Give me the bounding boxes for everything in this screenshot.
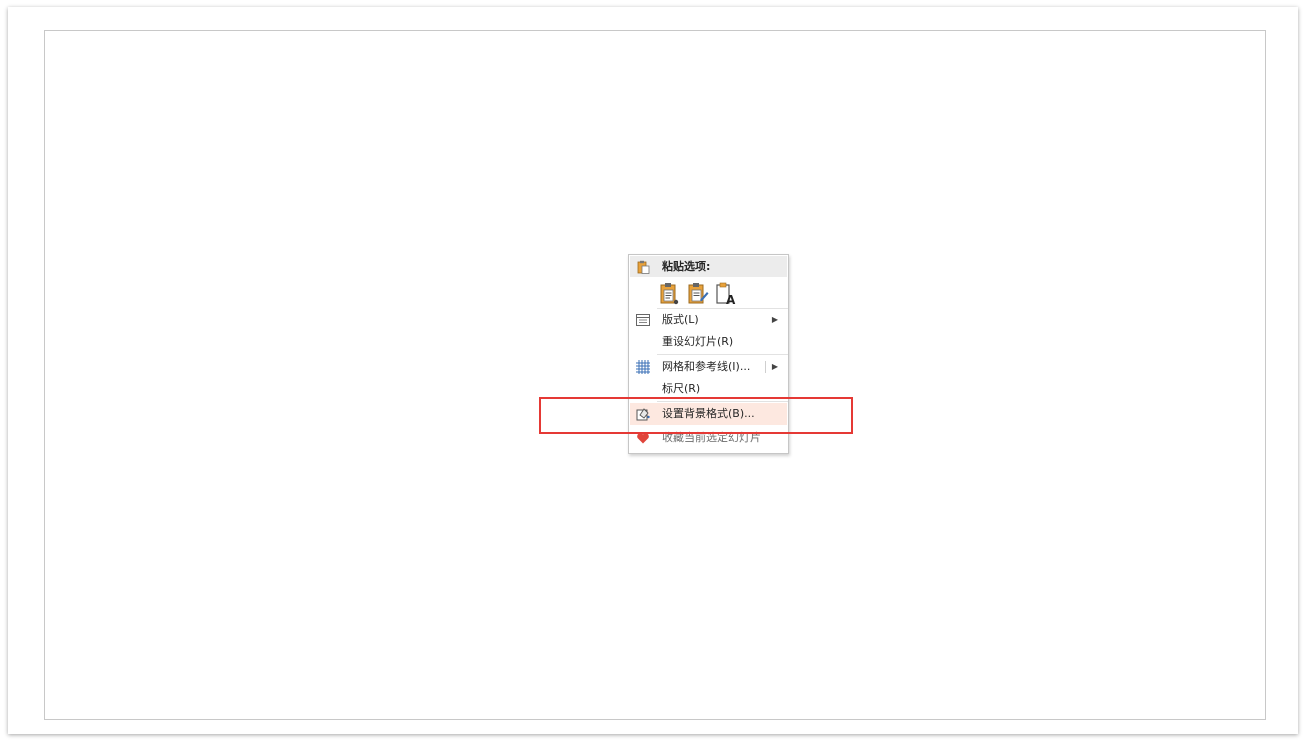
paste-keep-source-icon[interactable] (659, 282, 681, 306)
paste-options-header: 粘贴选项: (630, 256, 787, 277)
menu-item-label: 版式(L) (662, 313, 699, 326)
menu-item-layout[interactable]: 版式(L) ▶ (630, 309, 787, 331)
menu-separator (657, 401, 788, 402)
heart-icon (636, 431, 650, 445)
menu-item-label: 标尺(R) (662, 382, 701, 395)
format-background-icon (636, 407, 650, 421)
menu-item-grid-guides[interactable]: 网格和参考线(I)... ▶ (630, 356, 787, 378)
menu-item-favorite-slide[interactable]: 收藏当前选定幻灯片 (630, 427, 787, 449)
split-divider (765, 361, 766, 373)
menu-item-reset-slide[interactable]: 重设幻灯片(R) (630, 331, 787, 353)
paste-options-label: 粘贴选项: (662, 260, 711, 273)
paste-picture-icon[interactable] (687, 282, 709, 306)
submenu-arrow-icon: ▶ (771, 315, 778, 324)
svg-text:A: A (726, 293, 736, 306)
menu-item-label: 网格和参考线(I)... (662, 360, 751, 373)
menu-item-label: 收藏当前选定幻灯片 (662, 431, 761, 444)
menu-item-label: 重设幻灯片(R) (662, 335, 734, 348)
menu-item-format-background[interactable]: 设置背景格式(B)... (630, 403, 787, 425)
paste-options-icons: A (659, 282, 749, 307)
grid-icon (636, 360, 650, 374)
layout-icon (636, 313, 650, 327)
menu-item-label: 设置背景格式(B)... (662, 407, 755, 420)
menu-item-ruler[interactable]: 标尺(R) (630, 378, 787, 400)
clipboard-icon (636, 260, 650, 274)
paste-text-only-icon[interactable]: A (715, 282, 737, 307)
menu-separator (657, 354, 788, 355)
context-menu: 粘贴选项: A 版式(L) ▶ 重设幻灯片(R) 网格和参考线(I)... ▶ … (628, 254, 789, 454)
submenu-arrow-icon[interactable]: ▶ (772, 356, 778, 378)
